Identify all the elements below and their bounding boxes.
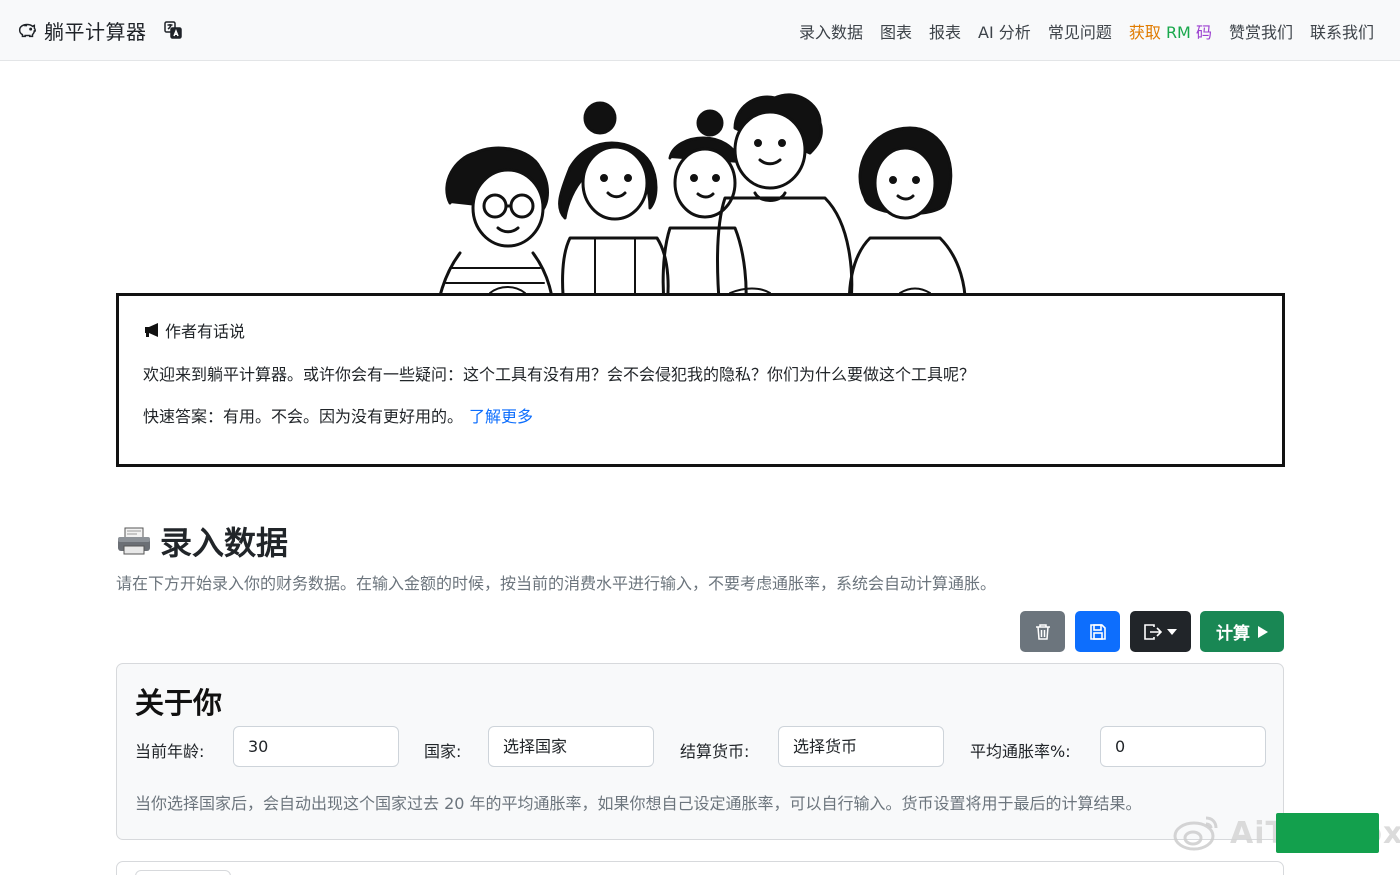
next-card xyxy=(116,861,1284,875)
author-notes-paragraph-1: 欢迎来到躺平计算器。或许你会有一些疑问：这个工具有没有用？会不会侵犯我的隐私？你… xyxy=(143,365,976,384)
floppy-disk-icon xyxy=(1089,623,1106,640)
nav-link-donate[interactable]: 赞赏我们 xyxy=(1229,19,1293,43)
person-bob xyxy=(847,126,967,310)
about-you-note: 当你选择国家后，会自动出现这个国家过去 20 年的平均通胀率，如果你想自己设定通… xyxy=(135,794,1142,813)
currency-select[interactable]: 选择货币 xyxy=(778,726,944,767)
nav-link-reports[interactable]: 报表 xyxy=(929,19,961,43)
people-illustration xyxy=(420,93,990,310)
country-select[interactable]: 选择国家 xyxy=(488,726,654,767)
next-card-tab[interactable] xyxy=(135,870,231,875)
translate-icon[interactable] xyxy=(163,20,183,40)
rm-part-1: 获取 xyxy=(1128,23,1161,42)
nav-link-charts[interactable]: 图表 xyxy=(880,19,912,43)
calculate-label: 计算 xyxy=(1216,624,1250,643)
top-navbar: 躺平计算器 录入数据 图表 报表 AI 分析 常见问题 获取 RM 码 赞赏我们… xyxy=(0,0,1400,61)
age-label: 当前年龄: xyxy=(135,742,205,761)
currency-label: 结算货币: xyxy=(680,742,750,761)
person-bun xyxy=(661,109,748,310)
rm-part-2: RM xyxy=(1165,23,1191,42)
inflation-input[interactable]: 0 xyxy=(1100,726,1266,767)
rm-part-3: 码 xyxy=(1195,23,1212,42)
about-you-title: 关于你 xyxy=(135,686,223,720)
nav-link-contact[interactable]: 联系我们 xyxy=(1310,19,1374,43)
country-label: 国家: xyxy=(424,742,462,761)
learn-more-link[interactable]: 了解更多 xyxy=(469,407,533,426)
export-dropdown-button[interactable] xyxy=(1130,611,1191,652)
weibo-logo-icon xyxy=(1173,816,1218,851)
delete-button[interactable] xyxy=(1020,611,1065,652)
person-curly xyxy=(716,93,854,310)
megaphone-icon xyxy=(145,323,158,337)
trash-icon xyxy=(1035,623,1050,640)
save-button[interactable] xyxy=(1075,611,1120,652)
watermark: AiToolBox xyxy=(1172,810,1400,860)
inflation-label: 平均通胀率%: xyxy=(970,742,1071,761)
caret-down-icon xyxy=(1167,628,1177,635)
play-icon xyxy=(1258,625,1268,638)
nav-link-get-rm-code[interactable]: 获取 RM 码 xyxy=(1129,19,1212,43)
person-apron xyxy=(558,101,670,310)
nav-link-ai-analysis[interactable]: AI 分析 xyxy=(978,19,1031,43)
author-notes-title: 作者有话说 xyxy=(143,318,245,342)
person-glasses xyxy=(436,146,555,310)
about-you-card: 关于你 当前年龄: 30 国家: 选择国家 结算货币: 选择货币 平均通胀率%:… xyxy=(116,663,1284,840)
nav-links: 录入数据 图表 报表 AI 分析 常见问题 获取 RM 码 赞赏我们 联系我们 xyxy=(799,19,1374,43)
section-description: 请在下方开始录入你的财务数据。在输入金额的时候，按当前的消费水平进行输入，不要考… xyxy=(116,574,997,593)
age-input[interactable]: 30 xyxy=(233,726,399,767)
author-notes-paragraph-2: 快速答案：有用。不会。因为没有更好用的。 了解更多 xyxy=(143,403,533,427)
brand[interactable]: 躺平计算器 xyxy=(16,16,183,44)
watermark-badge xyxy=(1276,813,1379,853)
author-notes-box: 作者有话说 欢迎来到躺平计算器。或许你会有一些疑问：这个工具有没有用？会不会侵犯… xyxy=(116,293,1285,467)
nav-link-faq[interactable]: 常见问题 xyxy=(1048,19,1112,43)
printer-icon xyxy=(118,527,150,555)
nav-link-data-entry[interactable]: 录入数据 xyxy=(799,19,863,43)
brand-title: 躺平计算器 xyxy=(44,19,147,44)
section-title: 录入数据 xyxy=(116,518,288,564)
piggy-bank-icon xyxy=(18,23,36,38)
export-icon xyxy=(1144,623,1162,640)
section-title-text: 录入数据 xyxy=(160,524,289,562)
calculate-button[interactable]: 计算 xyxy=(1200,611,1284,652)
quick-answer-text: 快速答案：有用。不会。因为没有更好用的。 xyxy=(143,407,464,426)
author-notes-title-text: 作者有话说 xyxy=(165,322,246,341)
